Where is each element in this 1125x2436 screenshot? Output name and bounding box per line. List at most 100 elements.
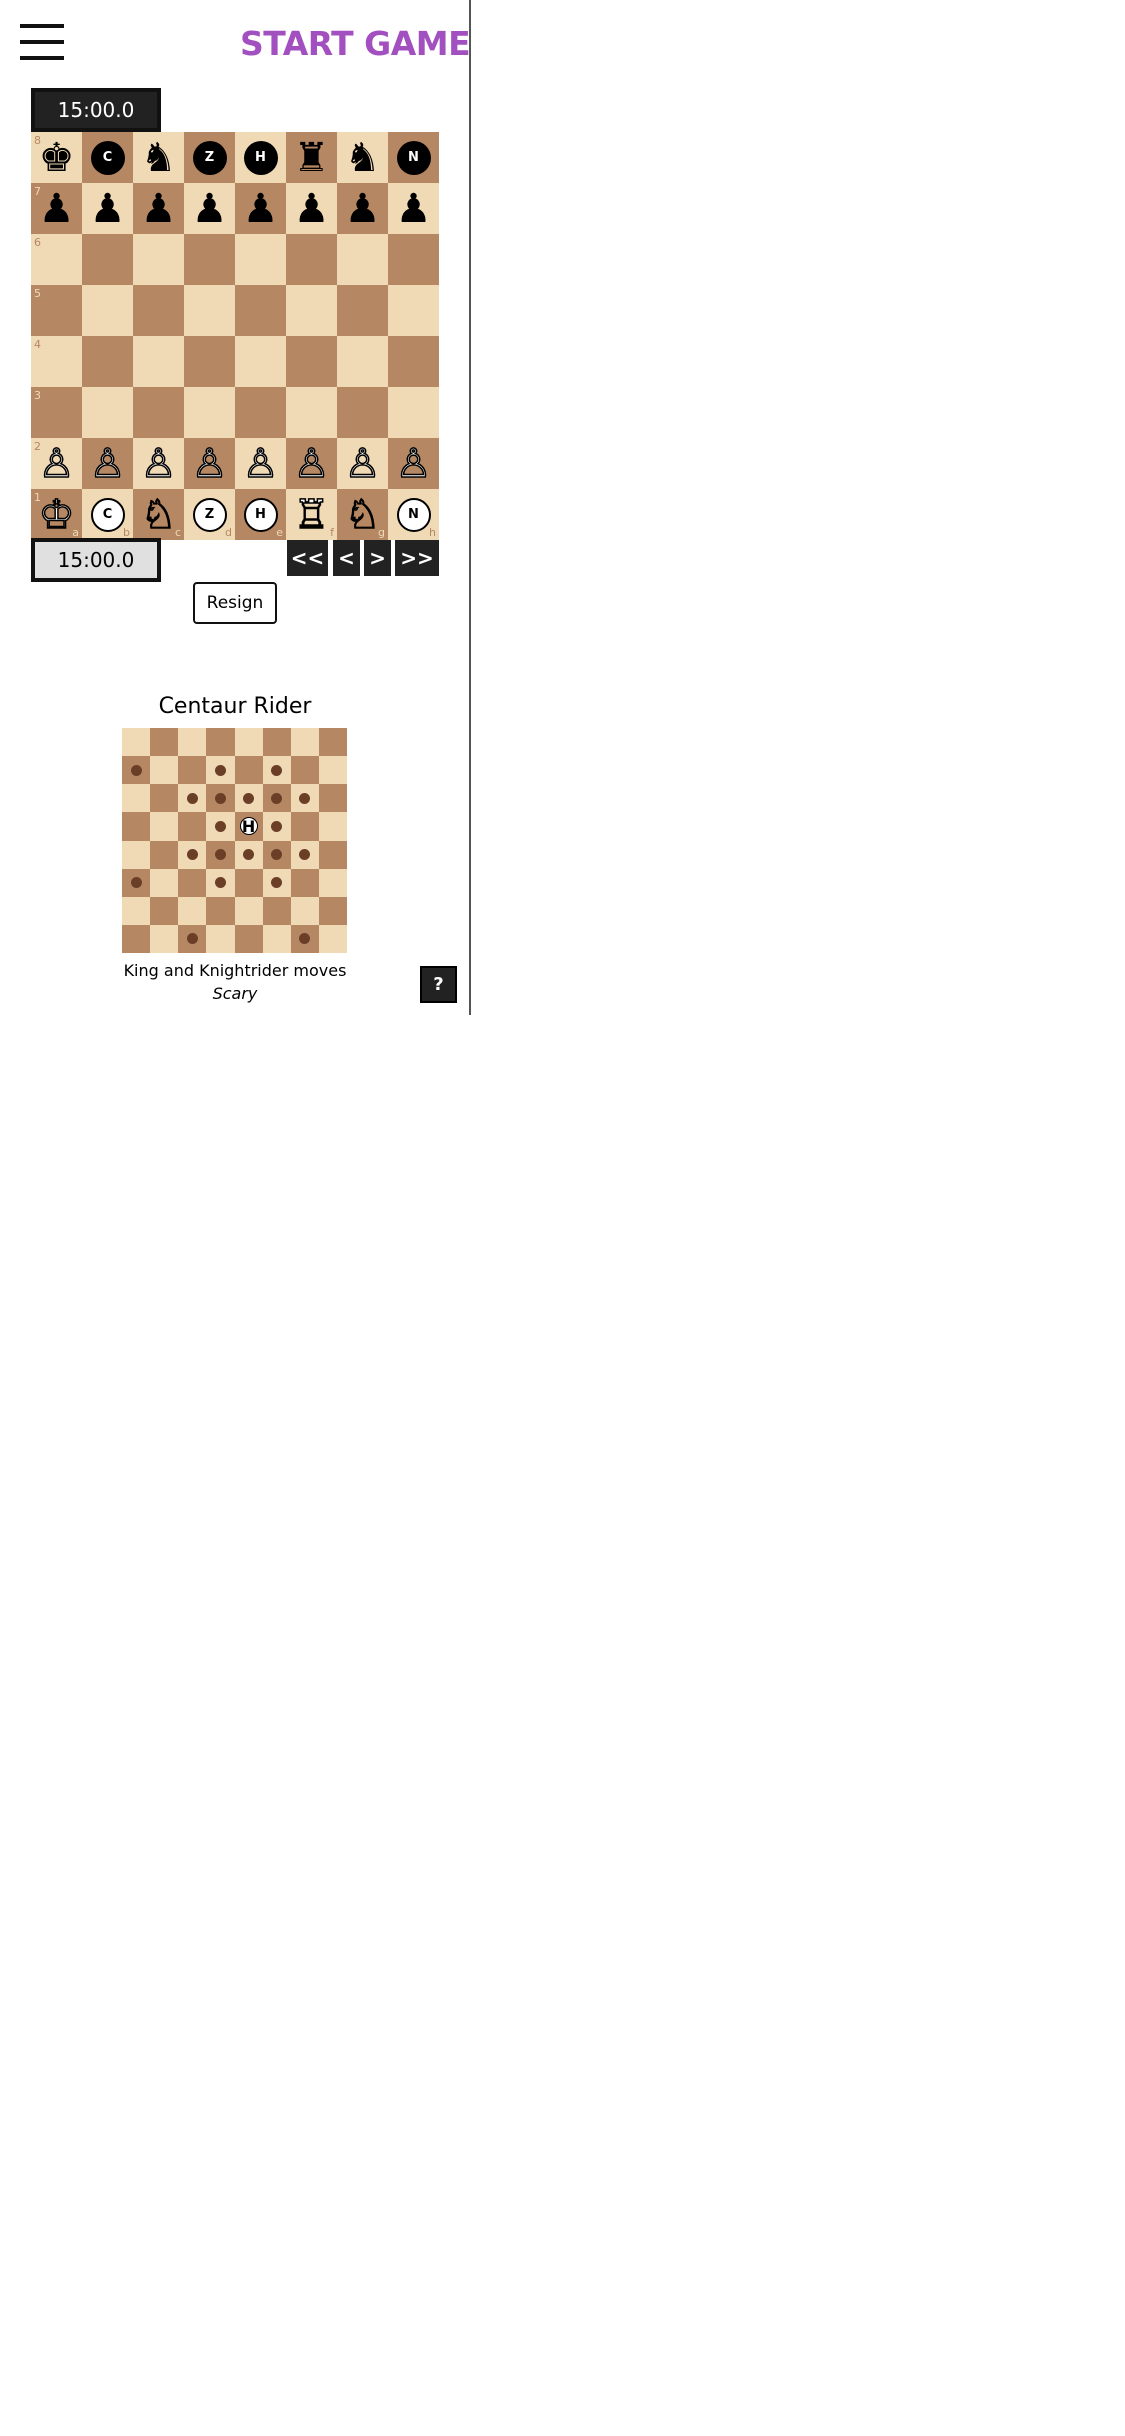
square-d2[interactable]: ♙ [184,438,235,489]
square-g3[interactable] [337,387,388,438]
square-d6[interactable] [184,234,235,285]
square-g6[interactable] [337,234,388,285]
resign-button[interactable]: Resign [193,582,277,624]
first-move-button[interactable]: << [287,540,328,576]
square-b6[interactable] [82,234,133,285]
square-h5[interactable] [388,285,439,336]
square-d5[interactable] [184,285,235,336]
black-camel-piece[interactable]: C [90,140,125,175]
square-g4[interactable] [337,336,388,387]
black-pawn-piece[interactable]: ♟ [396,189,432,229]
start-game-button[interactable]: START GAME [240,24,471,63]
square-h3[interactable] [388,387,439,438]
square-g1[interactable]: g ♘ [337,489,388,540]
square-f1[interactable]: f ♖ [286,489,337,540]
square-e5[interactable] [235,285,286,336]
help-button[interactable]: ? [420,966,457,1003]
black-nightrider-piece[interactable]: N [396,140,431,175]
white-pawn-piece[interactable]: ♙ [395,443,432,485]
black-pawn-piece[interactable]: ♟ [192,189,228,229]
previous-move-button[interactable]: < [333,540,360,576]
square-e8[interactable]: H [235,132,286,183]
square-f6[interactable] [286,234,337,285]
square-c5[interactable] [133,285,184,336]
black-pawn-piece[interactable]: ♟ [294,189,330,229]
square-f2[interactable]: ♙ [286,438,337,489]
white-pawn-piece[interactable]: ♙ [140,443,177,485]
white-centaur-rider-piece[interactable]: H [243,497,278,532]
square-a7[interactable]: 7 ♟ [31,183,82,234]
square-d4[interactable] [184,336,235,387]
square-d1[interactable]: dZ [184,489,235,540]
square-g2[interactable]: ♙ [337,438,388,489]
black-zebra-piece[interactable]: Z [192,140,227,175]
square-b1[interactable]: bC [82,489,133,540]
square-a3[interactable]: 3 [31,387,82,438]
white-camel-piece[interactable]: C [90,497,125,532]
square-h1[interactable]: hN [388,489,439,540]
square-g7[interactable]: ♟ [337,183,388,234]
square-a8[interactable]: 8 ♚ [31,132,82,183]
square-b2[interactable]: ♙ [82,438,133,489]
square-c8[interactable]: ♞ [133,132,184,183]
square-c1[interactable]: c ♘ [133,489,184,540]
square-f4[interactable] [286,336,337,387]
square-e1[interactable]: eH [235,489,286,540]
square-b5[interactable] [82,285,133,336]
square-g8[interactable]: ♞ [337,132,388,183]
square-d8[interactable]: Z [184,132,235,183]
square-c2[interactable]: ♙ [133,438,184,489]
square-h4[interactable] [388,336,439,387]
chess-board[interactable]: 8 ♚ C ♞ Z H ♜ ♞ N 7 ♟ ♟ ♟ ♟ ♟ ♟ ♟ ♟ 6 5 4 3 2 ♙ ♙ ♙ ♙ ♙ ♙ ♙ ♙ 1 a ♔ b Cc ♘ d Z… [31,132,439,540]
square-e4[interactable] [235,336,286,387]
white-nightrider-piece[interactable]: N [396,497,431,532]
square-e2[interactable]: ♙ [235,438,286,489]
white-knight-piece[interactable]: ♘ [344,494,381,536]
square-a1[interactable]: 1 a ♔ [31,489,82,540]
next-move-button[interactable]: > [364,540,391,576]
square-b7[interactable]: ♟ [82,183,133,234]
white-rook-piece[interactable]: ♖ [293,494,330,536]
square-e7[interactable]: ♟ [235,183,286,234]
square-f5[interactable] [286,285,337,336]
square-h7[interactable]: ♟ [388,183,439,234]
square-h6[interactable] [388,234,439,285]
square-e3[interactable] [235,387,286,438]
square-a4[interactable]: 4 [31,336,82,387]
black-pawn-piece[interactable]: ♟ [345,189,381,229]
square-h2[interactable]: ♙ [388,438,439,489]
white-pawn-piece[interactable]: ♙ [89,443,126,485]
white-pawn-piece[interactable]: ♙ [38,443,75,485]
black-pawn-piece[interactable]: ♟ [90,189,126,229]
black-pawn-piece[interactable]: ♟ [39,189,75,229]
black-centaur-rider-piece[interactable]: H [243,140,278,175]
square-f3[interactable] [286,387,337,438]
white-zebra-piece[interactable]: Z [192,497,227,532]
square-b4[interactable] [82,336,133,387]
white-pawn-piece[interactable]: ♙ [344,443,381,485]
square-a2[interactable]: 2 ♙ [31,438,82,489]
square-c6[interactable] [133,234,184,285]
square-c3[interactable] [133,387,184,438]
square-b3[interactable] [82,387,133,438]
square-h8[interactable]: N [388,132,439,183]
square-c4[interactable] [133,336,184,387]
white-pawn-piece[interactable]: ♙ [293,443,330,485]
square-f7[interactable]: ♟ [286,183,337,234]
black-pawn-piece[interactable]: ♟ [141,189,177,229]
white-king-piece[interactable]: ♔ [38,494,75,536]
white-knight-piece[interactable]: ♘ [140,494,177,536]
white-pawn-piece[interactable]: ♙ [242,443,279,485]
square-f8[interactable]: ♜ [286,132,337,183]
black-king-piece[interactable]: ♚ [39,138,75,178]
square-d7[interactable]: ♟ [184,183,235,234]
square-b8[interactable]: C [82,132,133,183]
black-rook-piece[interactable]: ♜ [294,138,330,178]
square-c7[interactable]: ♟ [133,183,184,234]
square-g5[interactable] [337,285,388,336]
hamburger-menu-icon[interactable] [20,24,64,60]
white-pawn-piece[interactable]: ♙ [191,443,228,485]
black-pawn-piece[interactable]: ♟ [243,189,279,229]
square-d3[interactable] [184,387,235,438]
black-knight-piece[interactable]: ♞ [141,138,177,178]
